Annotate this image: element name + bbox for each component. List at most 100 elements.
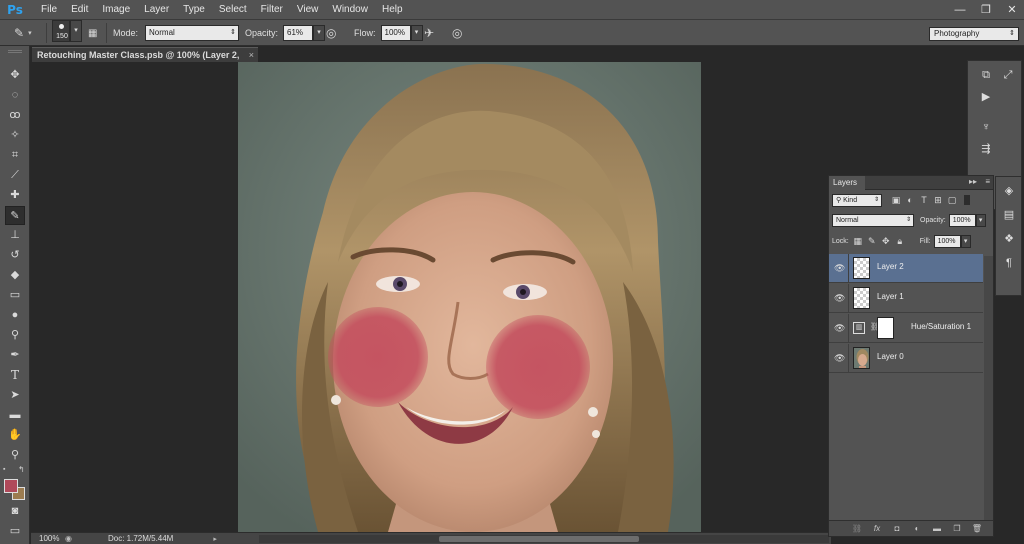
fill-input[interactable]: 100% (933, 234, 961, 248)
photo-canvas[interactable] (238, 62, 701, 532)
new-group-icon[interactable]: ▬ (931, 524, 943, 533)
history-icon[interactable]: ⧉ (978, 67, 994, 83)
layer-thumbnail-photo[interactable] (853, 347, 870, 369)
visibility-cell[interactable]: 👁︎ (829, 254, 849, 283)
mode-select[interactable]: Normal ⇕ (145, 25, 240, 41)
lock-all-icon[interactable]: 🔒︎ (894, 236, 906, 247)
new-adjustment-layer-icon[interactable]: ◐ (911, 524, 923, 533)
layer-name[interactable]: Layer 1 (877, 292, 904, 301)
pen-tool[interactable]: ✒ (5, 346, 25, 365)
menu-view[interactable]: View (290, 0, 326, 20)
panel-menu-icon[interactable]: ≡ (985, 177, 990, 186)
brush-presets-icon[interactable]: ♆ (978, 119, 994, 135)
healing-brush-tool[interactable]: ✚ (5, 186, 25, 205)
menu-file[interactable]: File (34, 0, 64, 20)
dodge-tool[interactable]: ⚲ (5, 326, 25, 345)
eye-icon[interactable]: 👁︎ (834, 263, 845, 273)
quick-mask-button[interactable]: ◙ (5, 502, 25, 521)
zoom-tool[interactable]: ⚲ (5, 446, 25, 465)
scrollbar-thumb[interactable] (439, 536, 639, 542)
layer-opacity-input[interactable]: 100% (948, 213, 976, 227)
workspace-select[interactable]: Photography ⇕ (929, 27, 1019, 41)
filter-smart-object-icon[interactable]: ▢ (946, 195, 958, 206)
fill-slider-toggle[interactable]: ▾ (960, 234, 971, 248)
layer-opacity-slider-toggle[interactable]: ▾ (975, 213, 986, 227)
eye-icon[interactable]: 👁︎ (834, 353, 845, 363)
layer-thumbnail[interactable] (853, 257, 870, 279)
marquee-tool[interactable]: ◌ (5, 86, 25, 105)
menu-type[interactable]: Type (176, 0, 212, 20)
lock-image-icon[interactable]: ✎ (866, 236, 878, 247)
brush-size-picker[interactable]: 150 ▾ (52, 20, 82, 42)
eyedropper-tool[interactable]: ⟋ (5, 166, 25, 185)
layers-tab[interactable]: Layers (829, 176, 865, 190)
move-tool[interactable]: ✥ (5, 66, 25, 85)
layer-name[interactable]: Layer 2 (877, 262, 904, 271)
menu-select[interactable]: Select (212, 0, 254, 20)
menu-edit[interactable]: Edit (64, 0, 95, 20)
default-colors-icon[interactable]: ▪ (3, 466, 5, 473)
blend-mode-select[interactable]: Normal ⇕ (832, 213, 914, 227)
add-mask-icon[interactable]: ◘ (891, 524, 903, 533)
restore-button[interactable]: ❐ (978, 2, 994, 18)
menu-filter[interactable]: Filter (254, 0, 290, 20)
layer-row-layer-0[interactable]: 👁︎ Layer 0 (829, 344, 983, 373)
new-layer-icon[interactable]: ❐ (951, 524, 963, 533)
minimize-button[interactable]: — (952, 2, 968, 18)
filter-kind-select[interactable]: ⚲ Kind ⇕ (832, 193, 882, 207)
layer-row-layer-1[interactable]: 👁︎ Layer 1 (829, 284, 983, 313)
actions-icon[interactable]: ▶ (978, 89, 994, 105)
paragraph-icon[interactable]: ¶ (1001, 255, 1017, 271)
layers-scrollbar[interactable] (984, 256, 993, 534)
shape-tool[interactable]: ▬ (5, 406, 25, 425)
opacity-input[interactable]: 61% (283, 25, 314, 41)
quick-selection-tool[interactable]: ✧ (5, 126, 25, 145)
menu-help[interactable]: Help (375, 0, 410, 20)
flow-slider-toggle[interactable]: ▾ (410, 25, 423, 41)
canvas-area[interactable] (31, 62, 957, 532)
filter-shape-icon[interactable]: ⊞ (932, 195, 944, 206)
adjustment-layer-icon[interactable]: ▥ (853, 322, 865, 334)
menu-window[interactable]: Window (325, 0, 375, 20)
layer-style-icon[interactable]: fx (871, 524, 883, 533)
swap-colors-icon[interactable]: ↰ (18, 465, 25, 474)
link-layers-icon[interactable]: ⛓︎ (851, 524, 863, 533)
layers-panel-icon[interactable]: ◈ (1001, 183, 1017, 199)
screen-mode-button[interactable]: ▭ (5, 522, 25, 541)
pressure-opacity-button[interactable]: ◎ (326, 24, 336, 42)
crop-tool[interactable]: ⌗ (5, 146, 25, 165)
gradient-tool[interactable]: ▭ (5, 286, 25, 305)
filter-toggle-switch[interactable] (964, 195, 970, 205)
layer-mask-thumbnail[interactable] (877, 317, 894, 339)
adjustments-icon[interactable]: ❖ (1001, 231, 1017, 247)
path-selection-tool[interactable]: ➤ (5, 386, 25, 405)
layer-name[interactable]: Layer 0 (877, 352, 904, 361)
type-tool[interactable]: T (5, 366, 25, 385)
flow-input[interactable]: 100% (380, 25, 411, 41)
brush-tool[interactable]: ✎ (5, 206, 25, 225)
document-tab[interactable]: Retouching Master Class.psb @ 100% (Laye… (32, 47, 258, 74)
filter-type-icon[interactable]: T (918, 195, 930, 205)
menu-image[interactable]: Image (95, 0, 137, 20)
filter-adjustment-icon[interactable]: ◐ (904, 195, 916, 205)
horizontal-scrollbar[interactable] (259, 535, 829, 543)
menu-layer[interactable]: Layer (137, 0, 176, 20)
visibility-cell[interactable]: 👁︎ (829, 344, 849, 373)
channels-icon[interactable]: ▤ (1001, 207, 1017, 223)
foreground-color-swatch[interactable] (4, 479, 18, 493)
toggle-brush-panel-button[interactable]: ▦ (88, 24, 97, 42)
history-brush-tool[interactable]: ↺ (5, 246, 25, 265)
lock-transparent-icon[interactable]: ▦ (852, 236, 864, 247)
lasso-tool[interactable]: ꝏ (5, 106, 25, 125)
collapse-icon[interactable]: ▸▸ (969, 177, 977, 186)
eye-icon[interactable]: 👁︎ (834, 323, 845, 333)
close-document-icon[interactable]: × (249, 48, 254, 62)
filter-pixel-icon[interactable]: ▣ (890, 195, 902, 206)
eye-icon[interactable]: 👁︎ (834, 293, 845, 303)
paths-icon[interactable]: ⤢ (1000, 67, 1016, 83)
layer-name[interactable]: Hue/Saturation 1 (911, 322, 971, 331)
delete-layer-icon[interactable]: 🗑︎ (971, 524, 983, 533)
info-icon[interactable]: ◉ (65, 534, 72, 543)
layer-thumbnail[interactable] (853, 287, 870, 309)
layer-row-hue-saturation-1[interactable]: 👁︎ ▥ ⛓︎ Hue/Saturation 1 (829, 314, 983, 343)
